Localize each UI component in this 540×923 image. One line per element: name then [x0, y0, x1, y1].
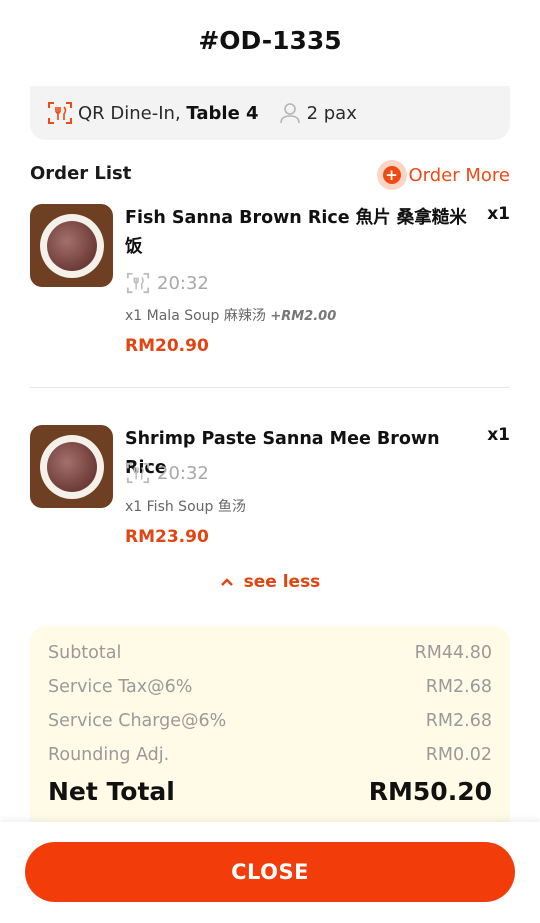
food-thumbnail [30, 204, 113, 287]
service-charge-value: RM2.68 [425, 711, 492, 731]
subtotal-row: Subtotal RM44.80 [48, 643, 492, 663]
list-item: Fish Sanna Brown Rice 魚片 桑拿糙米饭 x1 20:32 … [30, 204, 510, 364]
item-price: RM20.90 [125, 336, 209, 356]
dine-time-icon [125, 270, 151, 296]
item-time: 20:32 [125, 270, 209, 296]
service-tax-row: Service Tax@6% RM2.68 [48, 677, 492, 697]
close-button[interactable]: CLOSE [25, 842, 515, 902]
see-less-label: see less [243, 572, 321, 592]
service-charge-label: Service Charge@6% [48, 711, 227, 731]
item-addon: x1 Fish Soup 鱼汤 [125, 499, 246, 515]
food-thumbnail [30, 425, 113, 508]
see-less-toggle[interactable]: see less [0, 572, 540, 592]
bottom-action-bar: CLOSE [0, 822, 540, 923]
addon-price: +RM2.00 [270, 309, 337, 324]
item-time-text: 20:32 [157, 272, 209, 294]
table-number: Table 4 [186, 102, 259, 124]
item-addon: x1 Mala Soup 麻辣汤 +RM2.00 [125, 308, 337, 324]
net-total-label: Net Total [48, 777, 175, 806]
order-more-label: Order More [408, 164, 511, 186]
service-tax-value: RM2.68 [425, 677, 492, 697]
rounding-row: Rounding Adj. RM0.02 [48, 745, 492, 765]
item-name: Fish Sanna Brown Rice 魚片 桑拿糙米饭 [125, 208, 467, 257]
item-quantity: x1 [487, 204, 510, 224]
order-summary: Subtotal RM44.80 Service Tax@6% RM2.68 S… [30, 626, 510, 826]
subtotal-value: RM44.80 [414, 643, 492, 663]
order-id-title: #OD-1335 [198, 26, 342, 55]
item-time-text: 20:32 [157, 462, 209, 484]
chevron-up-icon [220, 572, 244, 592]
pax-count: 2 pax [306, 102, 357, 124]
rounding-value: RM0.02 [425, 745, 492, 765]
item-time: 20:32 [125, 460, 209, 486]
item-quantity: x1 [487, 425, 510, 445]
order-list-heading: Order List [30, 163, 132, 184]
dine-info-card: QR Dine-In, Table 4 2 pax [30, 86, 510, 140]
service-tax-label: Service Tax@6% [48, 677, 193, 697]
dine-in-label: QR Dine-In, Table 4 [78, 102, 259, 124]
rounding-label: Rounding Adj. [48, 745, 170, 765]
service-charge-row: Service Charge@6% RM2.68 [48, 711, 492, 731]
item-price: RM23.90 [125, 527, 209, 547]
item-divider [30, 387, 510, 388]
plus-icon: + [376, 160, 407, 190]
subtotal-label: Subtotal [48, 643, 122, 663]
dine-in-icon [46, 99, 74, 127]
order-more-button[interactable]: + Order More [376, 160, 511, 190]
list-item: Shrimp Paste Sanna Mee Brown Rice x1 20:… [30, 425, 510, 555]
person-icon [277, 100, 303, 126]
net-total-value: RM50.20 [368, 777, 492, 806]
net-total-row: Net Total RM50.20 [48, 777, 492, 806]
dine-time-icon [125, 460, 151, 486]
